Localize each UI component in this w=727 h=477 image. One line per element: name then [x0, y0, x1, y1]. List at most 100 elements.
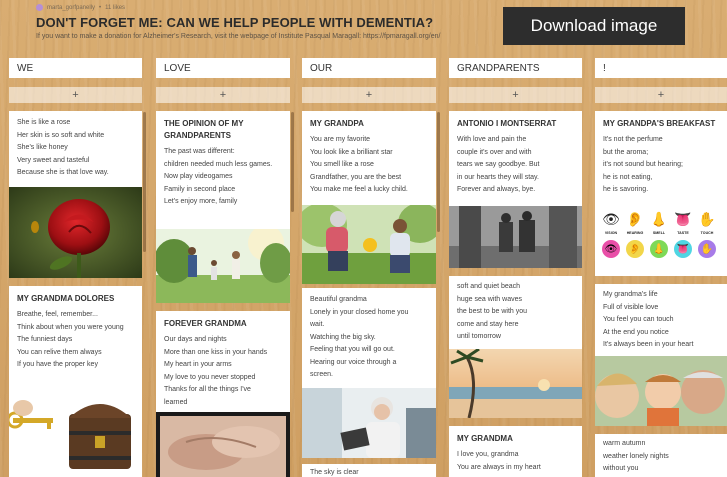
ear-icon: 👂	[626, 210, 644, 227]
post-line: he is not eating,	[603, 173, 653, 181]
post-title: THE OPINION OF MY GRANDPARENTS	[164, 119, 244, 140]
tongue-icon: 👅	[674, 240, 692, 258]
column-title: GRANDPARENTS	[449, 58, 582, 78]
post-title: MY GRANDMA	[457, 434, 513, 443]
sense-label: TOUCH	[700, 231, 714, 235]
beach-sunset-photo	[449, 349, 582, 418]
post-line: Because she is that love way.	[17, 169, 109, 176]
post-card-grandma-dolores[interactable]: MY GRANDMA DOLORES Breathe, feel, rememb…	[9, 286, 142, 477]
post-line: My heart in your arms	[164, 361, 232, 368]
post-line: Thanks for all the things I've	[164, 386, 251, 393]
post-line: Now play videogames	[164, 173, 233, 180]
grandma-tablet-photo	[302, 388, 436, 458]
post-line: The past was different:	[164, 148, 235, 155]
column-grandparents: GRANDPARENTS	[449, 58, 582, 78]
post-line: in our hearts they will stay.	[457, 173, 539, 181]
column-love: LOVE	[156, 58, 290, 78]
author-meta: marta_gorfpanelly • 11 likes	[36, 4, 508, 11]
post-line: Family in second place	[164, 185, 236, 193]
post-line: My love to you never stopped	[164, 373, 256, 381]
post-line: but the aroma;	[603, 148, 649, 156]
author-name[interactable]: marta_gorfpanelly	[47, 5, 95, 11]
post-line: huge sea with waves	[457, 295, 522, 303]
post-line: couple it's over and with	[457, 148, 532, 156]
post-card-grandmas-life[interactable]: My grandma's life Full of visible love Y…	[595, 284, 727, 426]
page-title: DON'T FORGET ME: CAN WE HELP PEOPLE WITH…	[36, 15, 434, 30]
avatar[interactable]	[36, 4, 43, 11]
page-subtitle: If you want to make a donation for Alzhe…	[36, 33, 441, 40]
post-card-antonio-montserrat[interactable]: ANTONIO I MONTSERRAT With love and pain …	[449, 111, 582, 268]
rose-photo	[9, 187, 142, 278]
post-card-beautiful-grandma[interactable]: Beautiful grandma Lonely in your closed …	[302, 288, 436, 458]
column-title: OUR	[302, 58, 436, 78]
post-title: MY GRANDMA DOLORES	[17, 294, 115, 303]
post-title: ANTONIO I MONTSERRAT	[457, 119, 557, 128]
post-card-opinion-grandparents[interactable]: THE OPINION OF MY GRANDPARENTS The past …	[156, 111, 290, 303]
download-image-button[interactable]: Download image	[503, 7, 685, 45]
eye-icon: 👁	[602, 240, 620, 258]
post-line: soft and quiet beach	[457, 283, 521, 290]
elderly-couple-photo	[449, 206, 582, 268]
post-card-forever-grandma[interactable]: FOREVER GRANDMA Our days and nights More…	[156, 311, 290, 477]
post-line: The sky is clear	[310, 469, 359, 476]
family-walking-photo	[156, 229, 290, 303]
post-line: until tomorrow	[457, 333, 501, 340]
ear-icon: 👂	[626, 240, 644, 258]
nose-icon: 👃	[650, 210, 668, 227]
post-line: come and stay here	[457, 320, 519, 328]
post-line: Watching the big sky.	[310, 333, 376, 341]
post-line: You are always in my heart	[457, 463, 541, 471]
post-line: warm autumn	[603, 440, 646, 447]
post-card-beach[interactable]: soft and quiet beach huge sea with waves…	[449, 276, 582, 418]
post-line: With love and pain the	[457, 136, 527, 143]
nose-icon: 👃	[650, 240, 668, 258]
sense-hearing: 👂 HEARING 👂	[623, 210, 647, 258]
post-line: Breathe, feel, remember...	[17, 311, 98, 318]
post-line: tears we say goodbye. But	[457, 161, 540, 168]
sense-label: SMELL	[652, 231, 666, 235]
post-card-grandpas-breakfast[interactable]: MY GRANDPA'S BREAKFAST It's not the perf…	[595, 111, 727, 276]
post-card-my-grandpa[interactable]: MY GRANDPA You are my favorite You look …	[302, 111, 436, 284]
post-line: She's like honey	[17, 144, 68, 151]
post-line: children needed much less games.	[164, 160, 273, 168]
post-line: She is like a rose	[17, 119, 71, 126]
column-title: WE	[9, 58, 142, 78]
post-line: Forever and always, bye.	[457, 186, 536, 193]
meta-separator: •	[99, 4, 102, 11]
column-we: WE	[9, 58, 142, 78]
add-post-button[interactable]: +	[449, 87, 582, 103]
post-title: MY GRANDPA'S BREAKFAST	[603, 119, 716, 128]
post-card-my-grandma[interactable]: MY GRANDMA I love you, grandma You are a…	[449, 426, 582, 477]
column-title: !	[595, 58, 727, 78]
sense-vision: 👁 VISION 👁	[599, 210, 623, 258]
sense-label: HEARING	[626, 231, 644, 235]
post-card-rose[interactable]: She is like a rose Her skin is so soft a…	[9, 111, 142, 278]
add-post-button[interactable]: +	[156, 87, 290, 103]
add-post-button[interactable]: +	[595, 87, 727, 103]
post-line: weather lonely nights	[603, 452, 669, 460]
grandparents-grandchild-photo	[595, 356, 727, 426]
column-scrollbar[interactable]	[291, 112, 294, 212]
add-post-button[interactable]: +	[302, 87, 436, 103]
post-line: You smell like a rose	[310, 161, 374, 168]
five-senses-graphic: 👁 VISION 👁 👂 HEARING 👂 👃 SMELL 👃 👅 TASTE…	[599, 210, 719, 258]
tongue-icon: 👅	[674, 210, 692, 227]
column-scrollbar[interactable]	[143, 112, 146, 252]
hand-icon: ✋	[698, 210, 716, 227]
post-line: Hearing our voice through a	[310, 358, 397, 366]
post-line: Feeling that you will go out.	[310, 346, 395, 353]
post-line: Beautiful grandma	[310, 296, 367, 303]
post-line: I love you, grandma	[457, 451, 519, 458]
post-line: Her skin is so soft and white	[17, 131, 105, 139]
add-post-button[interactable]: +	[9, 87, 142, 103]
post-line: without you	[603, 465, 639, 472]
post-card-warm-autumn[interactable]: warm autumn weather lonely nights withou…	[595, 434, 727, 477]
hand-icon: ✋	[698, 240, 716, 258]
post-line: Grandfather, you are the best	[310, 173, 402, 181]
column-scrollbar[interactable]	[437, 112, 440, 232]
post-title: MY GRANDPA	[310, 119, 364, 128]
sense-taste: 👅 TASTE 👅	[671, 210, 695, 258]
column-exclamation: !	[595, 58, 727, 78]
post-card-sky[interactable]: The sky is clear	[302, 464, 436, 477]
post-line: You can relive them always	[17, 348, 102, 356]
